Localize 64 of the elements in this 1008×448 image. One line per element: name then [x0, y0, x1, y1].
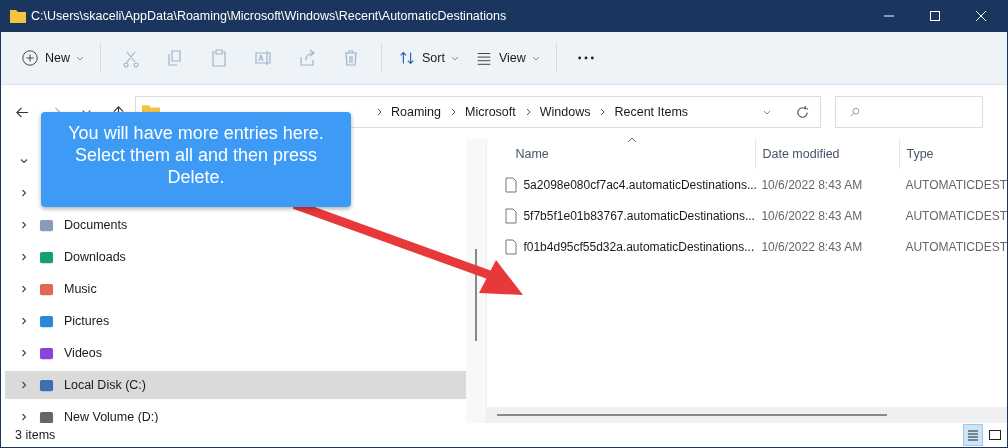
music-icon — [39, 281, 54, 297]
chevron-icon[interactable] — [19, 348, 29, 358]
window-title: C:\Users\skaceli\AppData\Roaming\Microsoft\Windows\Recent\AutomaticDestinations — [31, 9, 507, 23]
file-name[interactable]: 5a2098e080cf7ac4.automaticDestinations... — [523, 177, 757, 192]
view-button[interactable]: View — [466, 43, 548, 73]
sidebar-item[interactable]: Music — [5, 275, 467, 303]
type-cell: AUTOMATICDEST — [905, 208, 1007, 223]
scrollbar-thumb[interactable] — [497, 414, 888, 416]
chevron-icon[interactable] — [19, 220, 29, 230]
file-icon — [505, 176, 518, 193]
sidebar-item[interactable]: Videos — [5, 339, 467, 367]
chevron-icon[interactable] — [19, 284, 29, 294]
sidebar-item[interactable]: Pictures — [5, 307, 467, 335]
type-cell: AUTOMATICDEST — [905, 177, 1007, 192]
refresh-icon[interactable] — [795, 104, 810, 120]
breadcrumb[interactable]: Microsoft — [465, 105, 516, 119]
plus-icon — [21, 49, 39, 67]
breadcrumb[interactable]: Recent Items — [614, 105, 689, 119]
sidebar-item[interactable]: Local Disk (C:) — [5, 371, 467, 399]
breadcrumb[interactable]: Roaming — [391, 105, 442, 119]
maximize-icon[interactable] — [929, 10, 941, 22]
chevron-icon[interactable] — [19, 316, 29, 326]
caret-icon — [450, 55, 459, 61]
pictures-icon — [39, 313, 54, 329]
callout-tooltip: You will have more entries here. Select them all and then press Delete. — [41, 112, 351, 207]
close-icon[interactable] — [975, 10, 987, 22]
file-name[interactable]: 5f7b5f1e01b83767.automaticDestinations... — [523, 208, 755, 223]
chevron-icon[interactable] — [19, 156, 29, 166]
volume-icon — [39, 409, 54, 423]
sidebar-item[interactable]: Documents — [5, 211, 467, 239]
chevron-icon[interactable] — [19, 252, 29, 262]
more-options-icon[interactable] — [576, 55, 595, 61]
column-header[interactable]: Date modified — [755, 139, 900, 169]
column-header[interactable]: Type — [899, 139, 1007, 169]
folder-icon — [10, 9, 26, 23]
search-icon — [850, 107, 860, 117]
sort-arrows-icon — [398, 49, 416, 67]
type-cell: AUTOMATICDEST — [905, 239, 1007, 254]
sidebar-item[interactable]: Downloads — [5, 243, 467, 271]
downloads-icon — [39, 249, 54, 265]
date-cell-text: 10/6/2022 8:43 AM — [760, 208, 864, 223]
chevron-icon[interactable] — [19, 412, 29, 422]
sort-caret-icon — [627, 137, 638, 143]
scrollbar-thumb[interactable] — [475, 249, 478, 341]
chevron-icon[interactable] — [19, 188, 29, 198]
date-cell-text: 10/6/2022 8:43 AM — [760, 239, 864, 254]
file-icon — [505, 238, 518, 255]
details-list-icon — [966, 428, 980, 442]
file-name[interactable]: f01b4d95cf55d32a.automaticDestinations... — [523, 239, 755, 254]
caret-icon — [76, 55, 84, 61]
new-button[interactable]: New — [13, 43, 92, 73]
chevron-icon[interactable] — [19, 380, 29, 390]
date-cell-text: 10/6/2022 8:43 AM — [760, 177, 864, 192]
item-count: 3 items — [15, 428, 56, 442]
column-header[interactable]: Name — [487, 139, 756, 169]
file-icon — [505, 207, 518, 224]
videos-icon — [39, 345, 54, 361]
search-field[interactable] — [835, 96, 983, 128]
documents-icon — [39, 217, 54, 233]
breadcrumb[interactable]: Windows — [539, 105, 591, 119]
sort-button[interactable]: Sort — [390, 43, 467, 73]
caret-icon — [531, 55, 540, 61]
sidebar-item[interactable]: New Volume (D:) — [5, 403, 467, 423]
square-icon — [988, 428, 1002, 442]
